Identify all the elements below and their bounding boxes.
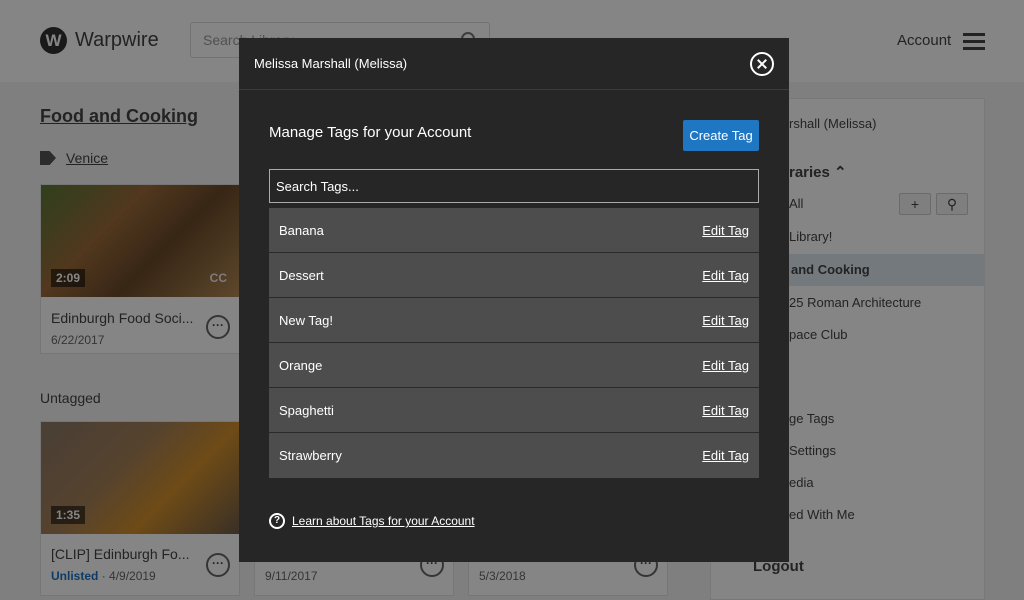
tag-name: Spaghetti	[279, 403, 334, 418]
edit-tag-link[interactable]: Edit Tag	[702, 313, 749, 328]
tag-list: Banana Edit Tag Dessert Edit Tag New Tag…	[269, 208, 759, 478]
edit-tag-link[interactable]: Edit Tag	[702, 268, 749, 283]
edit-tag-link[interactable]: Edit Tag	[702, 403, 749, 418]
edit-tag-link[interactable]: Edit Tag	[702, 448, 749, 463]
help-icon: ?	[269, 513, 285, 529]
tag-name: New Tag!	[279, 313, 333, 328]
create-tag-button[interactable]: Create Tag	[683, 120, 759, 151]
tag-name: Banana	[279, 223, 324, 238]
tag-row: Dessert Edit Tag	[269, 253, 759, 298]
tag-row: Spaghetti Edit Tag	[269, 388, 759, 433]
close-icon[interactable]	[750, 52, 774, 76]
tag-row: New Tag! Edit Tag	[269, 298, 759, 343]
learn-about-tags-link[interactable]: Learn about Tags for your Account	[292, 514, 475, 528]
modal-user-name: Melissa Marshall (Melissa)	[254, 56, 408, 71]
tag-name: Dessert	[279, 268, 324, 283]
tag-row: Orange Edit Tag	[269, 343, 759, 388]
tag-row: Strawberry Edit Tag	[269, 433, 759, 478]
tag-name: Orange	[279, 358, 323, 373]
manage-tags-modal: Melissa Marshall (Melissa) Manage Tags f…	[239, 38, 789, 562]
modal-title: Manage Tags for your Account	[269, 124, 472, 141]
edit-tag-link[interactable]: Edit Tag	[702, 358, 749, 373]
tag-name: Strawberry	[279, 448, 342, 463]
learn-about-tags[interactable]: ? Learn about Tags for your Account	[269, 513, 475, 529]
tag-row: Banana Edit Tag	[269, 208, 759, 253]
search-tags-input[interactable]	[269, 169, 759, 203]
edit-tag-link[interactable]: Edit Tag	[702, 223, 749, 238]
modal-header: Melissa Marshall (Melissa)	[239, 38, 789, 90]
